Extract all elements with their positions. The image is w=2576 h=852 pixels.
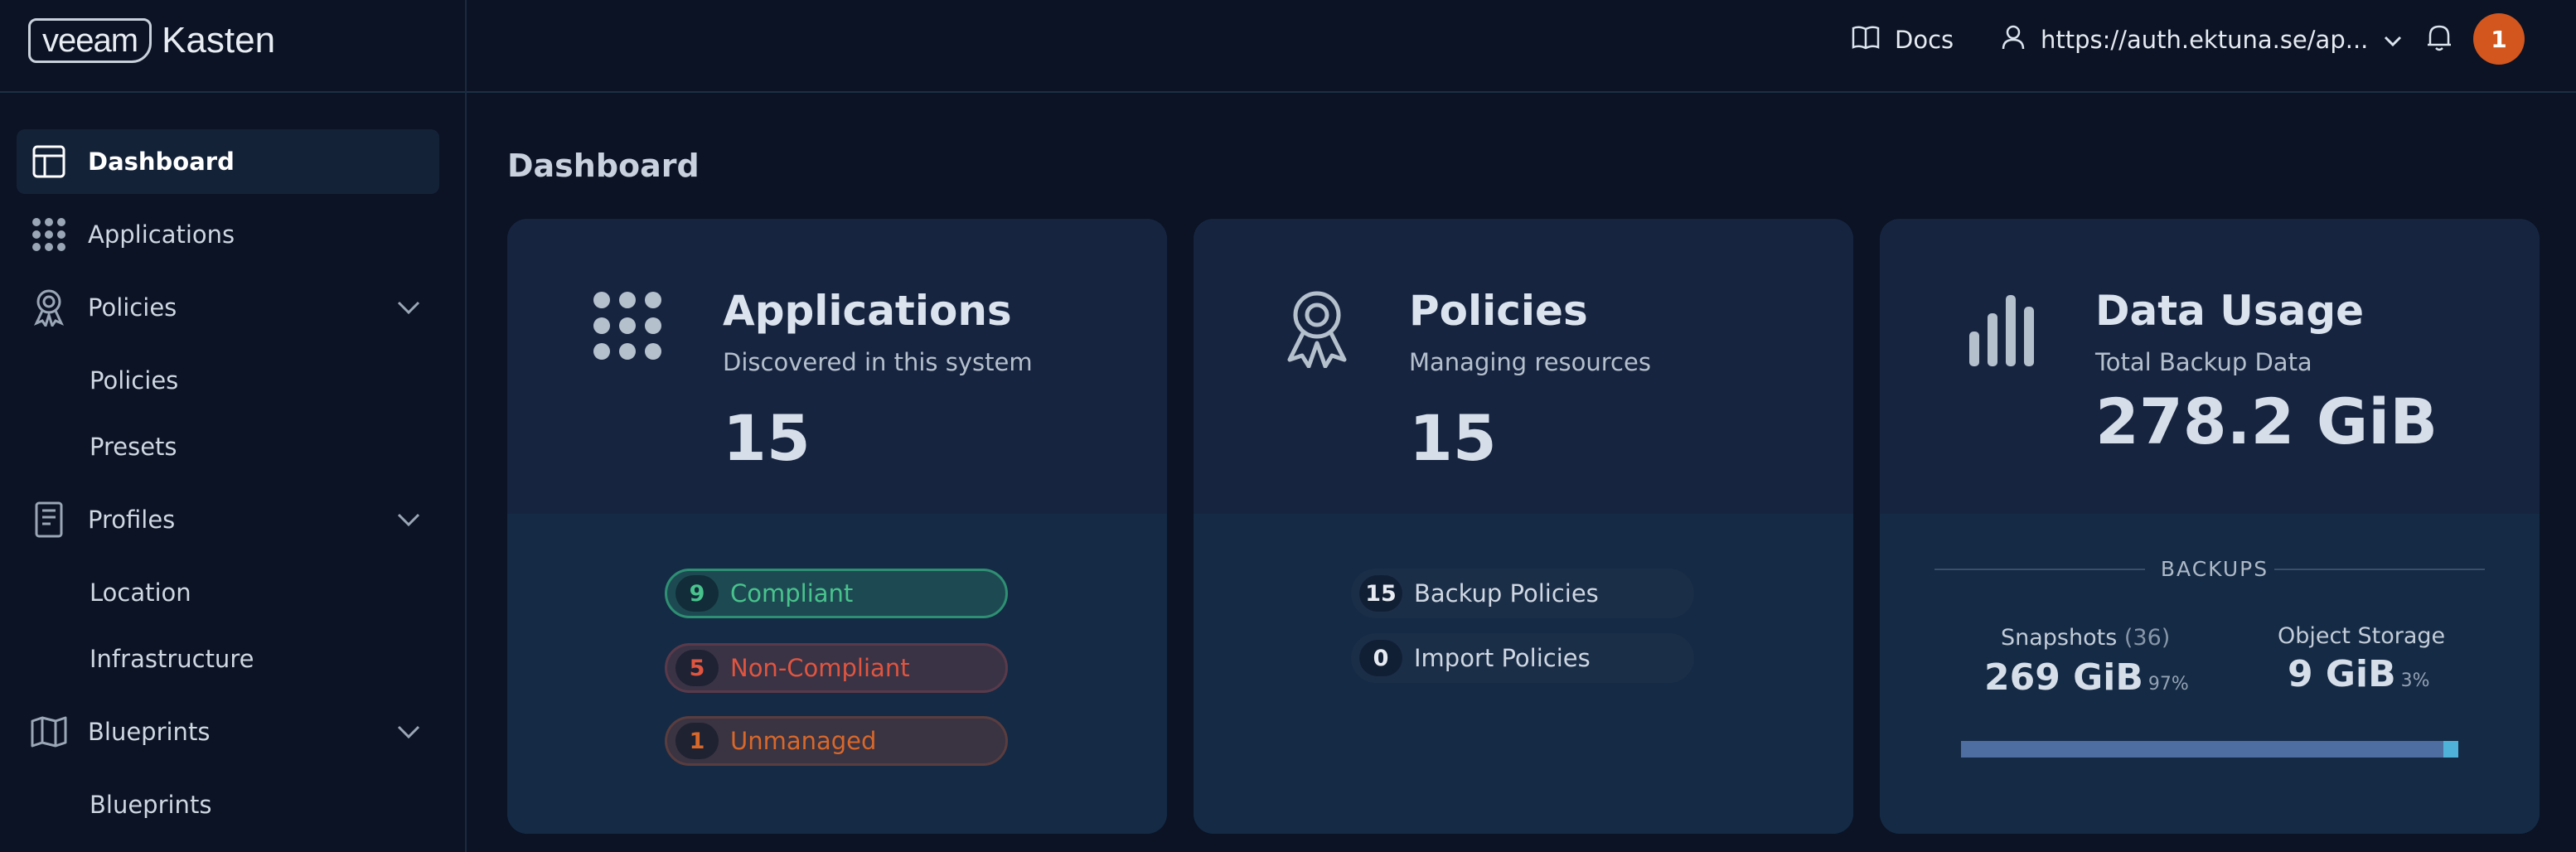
user-menu[interactable]: https://auth.ektuna.se/ap... <box>2001 20 2403 60</box>
total-backup-data: 278.2 GiB <box>2095 385 2438 458</box>
card-subtitle: Discovered in this system <box>723 348 1033 376</box>
award-icon <box>1280 288 1354 369</box>
sidebar-item-label: Applications <box>88 220 235 249</box>
section-divider <box>2274 569 2485 570</box>
docs-link[interactable]: Docs <box>1852 20 1954 60</box>
chevron-down-icon <box>2383 26 2403 54</box>
sidebar-item-applications[interactable]: Applications <box>17 202 439 267</box>
card-header: Applications Discovered in this system 1… <box>507 219 1167 514</box>
bell-icon <box>2425 22 2453 58</box>
pill-label: Import Policies <box>1414 644 1591 672</box>
map-icon <box>30 713 68 751</box>
sidebar-item-label: Policies <box>88 293 177 322</box>
object-storage-bar-segment <box>2443 741 2458 758</box>
sidebar-item-policies[interactable]: Policies <box>17 275 439 340</box>
pill-count: 1 <box>675 723 719 759</box>
applications-count: 15 <box>723 401 811 475</box>
snapshots-percent: 97% <box>2147 674 2189 695</box>
docs-label: Docs <box>1895 26 1954 54</box>
notifications-button[interactable] <box>2425 20 2453 60</box>
sidebar-item-label: Dashboard <box>88 148 235 176</box>
sidebar-subitem-blueprints[interactable]: Blueprints <box>90 784 211 825</box>
book-icon <box>1852 25 1880 56</box>
backup-policies-pill[interactable]: 15 Backup Policies <box>1351 569 1694 618</box>
snapshots-size: 269 GiB <box>1984 656 2143 699</box>
pill-count: 5 <box>675 650 719 686</box>
pill-label: Backup Policies <box>1414 579 1599 608</box>
card-header: Policies Managing resources 15 <box>1194 219 1853 514</box>
sidebar-item-dashboard[interactable]: Dashboard <box>17 129 439 194</box>
non-compliant-pill[interactable]: 5 Non-Compliant <box>665 643 1008 693</box>
sidebar-item-profiles[interactable]: Profiles <box>17 487 439 552</box>
chevron-down-icon[interactable] <box>396 718 421 746</box>
card-title: Policies <box>1409 287 1588 335</box>
top-header: veeam Kasten Docs https://auth.ektuna.se… <box>0 0 2576 93</box>
sidebar: Dashboard Applications Policies Policies… <box>0 94 464 852</box>
object-storage-percent: 3% <box>2400 670 2430 691</box>
profile-doc-icon <box>30 501 68 539</box>
veeam-kasten-logo[interactable]: veeam Kasten <box>28 17 275 65</box>
pill-count: 0 <box>1359 640 1402 676</box>
snapshots-label-text: Snapshots <box>2001 625 2118 651</box>
page-title: Dashboard <box>507 148 700 184</box>
unmanaged-pill[interactable]: 1 Unmanaged <box>665 716 1008 766</box>
user-icon <box>2001 24 2026 56</box>
policies-count: 15 <box>1409 401 1497 475</box>
backups-section-label: BACKUPS <box>2160 557 2269 581</box>
snapshots-label: Snapshots (36) <box>2001 625 2170 651</box>
apps-grid-icon <box>30 215 68 254</box>
sidebar-subitem-policies[interactable]: Policies <box>90 360 178 401</box>
sidebar-subitem-presets[interactable]: Presets <box>90 426 177 467</box>
snapshots-count: (36) <box>2123 625 2171 651</box>
logo-kasten: Kasten <box>162 20 276 61</box>
dashboard-icon <box>30 143 68 181</box>
bar-chart-icon <box>1968 288 2042 366</box>
card-title: Data Usage <box>2095 287 2365 335</box>
object-storage-label: Object Storage <box>2278 623 2446 649</box>
sidebar-item-blueprints[interactable]: Blueprints <box>17 700 439 764</box>
policies-card[interactable]: Policies Managing resources 15 <box>1194 219 1853 834</box>
sidebar-subitem-location[interactable]: Location <box>90 572 191 613</box>
pill-label: Non-Compliant <box>730 654 910 682</box>
chevron-down-icon[interactable] <box>396 293 421 322</box>
object-storage-value: 9 GiB 3% <box>2288 653 2430 695</box>
card-header: Data Usage Total Backup Data 278.2 GiB <box>1880 219 2540 514</box>
sidebar-divider <box>465 0 467 852</box>
snapshots-value: 269 GiB 97% <box>1984 656 2189 699</box>
notification-count-badge[interactable]: 1 <box>2473 13 2525 65</box>
user-label: https://auth.ektuna.se/ap... <box>2041 26 2369 54</box>
chevron-down-icon[interactable] <box>396 506 421 534</box>
pill-count: 15 <box>1359 575 1402 612</box>
section-divider <box>1934 569 2145 570</box>
card-title: Applications <box>723 287 1012 335</box>
apps-grid-icon <box>590 288 665 363</box>
compliant-pill[interactable]: 9 Compliant <box>665 569 1008 618</box>
object-storage-size: 9 GiB <box>2288 653 2396 695</box>
sidebar-item-label: Blueprints <box>88 718 211 746</box>
award-icon <box>30 288 68 327</box>
card-subtitle: Total Backup Data <box>2095 348 2312 376</box>
sidebar-item-label: Profiles <box>88 506 176 534</box>
pill-label: Compliant <box>730 579 854 608</box>
pill-count: 9 <box>675 575 719 612</box>
card-subtitle: Managing resources <box>1409 348 1651 376</box>
import-policies-pill[interactable]: 0 Import Policies <box>1351 633 1694 683</box>
backup-usage-bar <box>1961 741 2458 758</box>
pill-label: Unmanaged <box>730 727 877 755</box>
logo-veeam: veeam <box>28 18 153 63</box>
sidebar-subitem-infrastructure[interactable]: Infrastructure <box>90 638 254 680</box>
